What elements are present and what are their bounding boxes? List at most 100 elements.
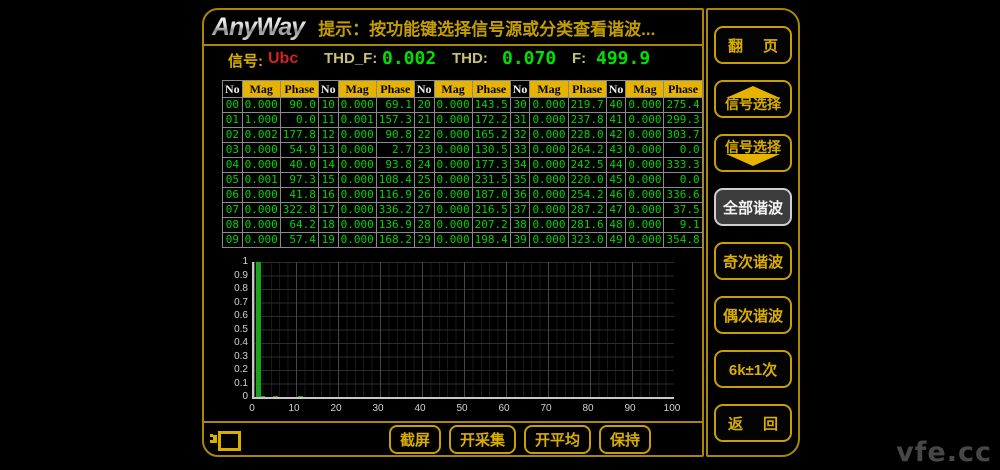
harmonic-mag: 0.000 bbox=[242, 203, 280, 218]
harmonic-mag: 0.000 bbox=[530, 173, 568, 188]
harmonic-phase: 136.9 bbox=[376, 218, 414, 233]
even-harmonics-button[interactable]: 偶次谐波 bbox=[714, 296, 792, 334]
harmonic-mag: 0.000 bbox=[338, 233, 376, 248]
return-button[interactable]: 返回 bbox=[714, 404, 792, 442]
harmonic-mag: 0.000 bbox=[434, 173, 472, 188]
harmonic-no: 43 bbox=[606, 143, 626, 158]
harmonic-phase: 187.0 bbox=[472, 188, 510, 203]
harmonic-mag: 0.000 bbox=[434, 233, 472, 248]
harmonic-mag: 0.000 bbox=[626, 203, 664, 218]
y-tick-label: 0.9 bbox=[224, 270, 248, 281]
harmonic-phase: 130.5 bbox=[472, 143, 510, 158]
harmonic-phase: 2.7 bbox=[376, 143, 414, 158]
harmonic-phase: 287.2 bbox=[568, 203, 606, 218]
harmonic-no: 41 bbox=[606, 113, 626, 128]
harmonic-mag: 0.000 bbox=[338, 98, 376, 113]
col-header-phase: Phase bbox=[472, 81, 510, 98]
thd-value: 0.070 bbox=[502, 48, 556, 69]
harmonic-no: 44 bbox=[606, 158, 626, 173]
harmonic-phase: 216.5 bbox=[472, 203, 510, 218]
harmonic-phase: 231.5 bbox=[472, 173, 510, 188]
x-tick-label: 50 bbox=[450, 403, 474, 414]
harmonic-no: 07 bbox=[223, 203, 243, 218]
harmonic-mag: 0.000 bbox=[530, 233, 568, 248]
harmonic-mag: 0.000 bbox=[242, 158, 280, 173]
harmonic-no: 14 bbox=[318, 158, 338, 173]
title-bar: AnyWay 提示：按功能键选择信号源或分类查看谐波... bbox=[204, 10, 702, 46]
table-row: 09 0.000 57.419 0.000 168.229 0.000 198.… bbox=[223, 233, 703, 248]
y-tick-label: 0 bbox=[224, 391, 248, 402]
harmonic-phase: 281.6 bbox=[568, 218, 606, 233]
harmonic-phase: 322.8 bbox=[280, 203, 318, 218]
harmonic-mag: 0.000 bbox=[434, 218, 472, 233]
harmonic-phase: 40.0 bbox=[280, 158, 318, 173]
harmonic-phase: 172.2 bbox=[472, 113, 510, 128]
harmonic-no: 16 bbox=[318, 188, 338, 203]
harmonic-mag: 0.000 bbox=[338, 143, 376, 158]
harmonic-no: 11 bbox=[318, 113, 338, 128]
col-header-mag: Mag bbox=[626, 81, 664, 98]
harmonic-no: 09 bbox=[223, 233, 243, 248]
odd-harmonics-button[interactable]: 奇次谐波 bbox=[714, 242, 792, 280]
harmonic-mag: 0.000 bbox=[434, 98, 472, 113]
harmonic-mag: 0.000 bbox=[434, 143, 472, 158]
x-tick-label: 80 bbox=[576, 403, 600, 414]
harmonic-no: 38 bbox=[510, 218, 530, 233]
harmonic-mag: 1.000 bbox=[242, 113, 280, 128]
x-tick-label: 60 bbox=[492, 403, 516, 414]
harmonic-no: 22 bbox=[414, 128, 434, 143]
harmonic-phase: 69.1 bbox=[376, 98, 414, 113]
harmonic-mag: 0.000 bbox=[242, 98, 280, 113]
table-row: 08 0.000 64.218 0.000 136.928 0.000 207.… bbox=[223, 218, 703, 233]
hold-button[interactable]: 保持 bbox=[599, 425, 651, 454]
signal-select-up-button[interactable]: 信号选择 bbox=[714, 80, 792, 118]
harmonic-mag: 0.000 bbox=[626, 98, 664, 113]
harmonic-phase: 237.8 bbox=[568, 113, 606, 128]
all-harmonics-button[interactable]: 全部谐波 bbox=[714, 188, 792, 226]
col-header-phase: Phase bbox=[664, 81, 702, 98]
harmonic-no: 29 bbox=[414, 233, 434, 248]
signal-select-down-button[interactable]: 信号选择 bbox=[714, 134, 792, 172]
harmonic-phase: 157.3 bbox=[376, 113, 414, 128]
harmonic-mag: 0.000 bbox=[530, 218, 568, 233]
y-tick-label: 0.2 bbox=[224, 364, 248, 375]
harmonic-phase: 198.4 bbox=[472, 233, 510, 248]
harmonic-mag: 0.000 bbox=[242, 233, 280, 248]
col-header-mag: Mag bbox=[530, 81, 568, 98]
harmonic-phase: 299.3 bbox=[664, 113, 702, 128]
harmonic-phase: 303.7 bbox=[664, 128, 702, 143]
harmonic-no: 27 bbox=[414, 203, 434, 218]
harmonic-mag: 0.000 bbox=[434, 188, 472, 203]
harmonic-no: 05 bbox=[223, 173, 243, 188]
y-tick-label: 0.5 bbox=[224, 324, 248, 335]
harmonic-mag: 0.000 bbox=[338, 188, 376, 203]
harmonic-no: 19 bbox=[318, 233, 338, 248]
page-turn-button[interactable]: 翻页 bbox=[714, 26, 792, 64]
harmonic-no: 34 bbox=[510, 158, 530, 173]
harmonic-mag: 0.000 bbox=[434, 113, 472, 128]
start-averaging-button[interactable]: 开平均 bbox=[524, 425, 591, 454]
start-acquisition-button[interactable]: 开采集 bbox=[449, 425, 516, 454]
table-row: 03 0.000 54.913 0.000 2.723 0.000 130.53… bbox=[223, 143, 703, 158]
col-header-no: No bbox=[606, 81, 626, 98]
harmonic-mag: 0.000 bbox=[338, 173, 376, 188]
harmonic-no: 37 bbox=[510, 203, 530, 218]
y-tick-label: 0.8 bbox=[224, 283, 248, 294]
harmonic-mag: 0.000 bbox=[626, 113, 664, 128]
harmonic-no: 24 bbox=[414, 158, 434, 173]
harmonic-phase: 97.3 bbox=[280, 173, 318, 188]
table-row: 04 0.000 40.014 0.000 93.824 0.000 177.3… bbox=[223, 158, 703, 173]
col-header-mag: Mag bbox=[434, 81, 472, 98]
x-tick-label: 70 bbox=[534, 403, 558, 414]
bottom-button-group: 截屏开采集开平均保持 bbox=[389, 425, 651, 454]
hint-message: 提示：按功能键选择信号源或分类查看谐波... bbox=[318, 15, 655, 40]
harmonics-bar-chart: 00.10.20.30.40.50.60.70.80.9101020304050… bbox=[224, 255, 694, 420]
harmonic-phase: 354.8 bbox=[664, 233, 702, 248]
harmonic-mag: 0.000 bbox=[626, 128, 664, 143]
main-panel: AnyWay 提示：按功能键选择信号源或分类查看谐波... 信号: Ubc TH… bbox=[202, 8, 704, 457]
screenshot-button[interactable]: 截屏 bbox=[389, 425, 441, 454]
frequency-value: 499.9 bbox=[596, 48, 650, 69]
harmonic-bar bbox=[256, 262, 261, 397]
x-tick-label: 10 bbox=[282, 403, 306, 414]
6k-plus-minus-1-button[interactable]: 6k±1次 bbox=[714, 350, 792, 388]
